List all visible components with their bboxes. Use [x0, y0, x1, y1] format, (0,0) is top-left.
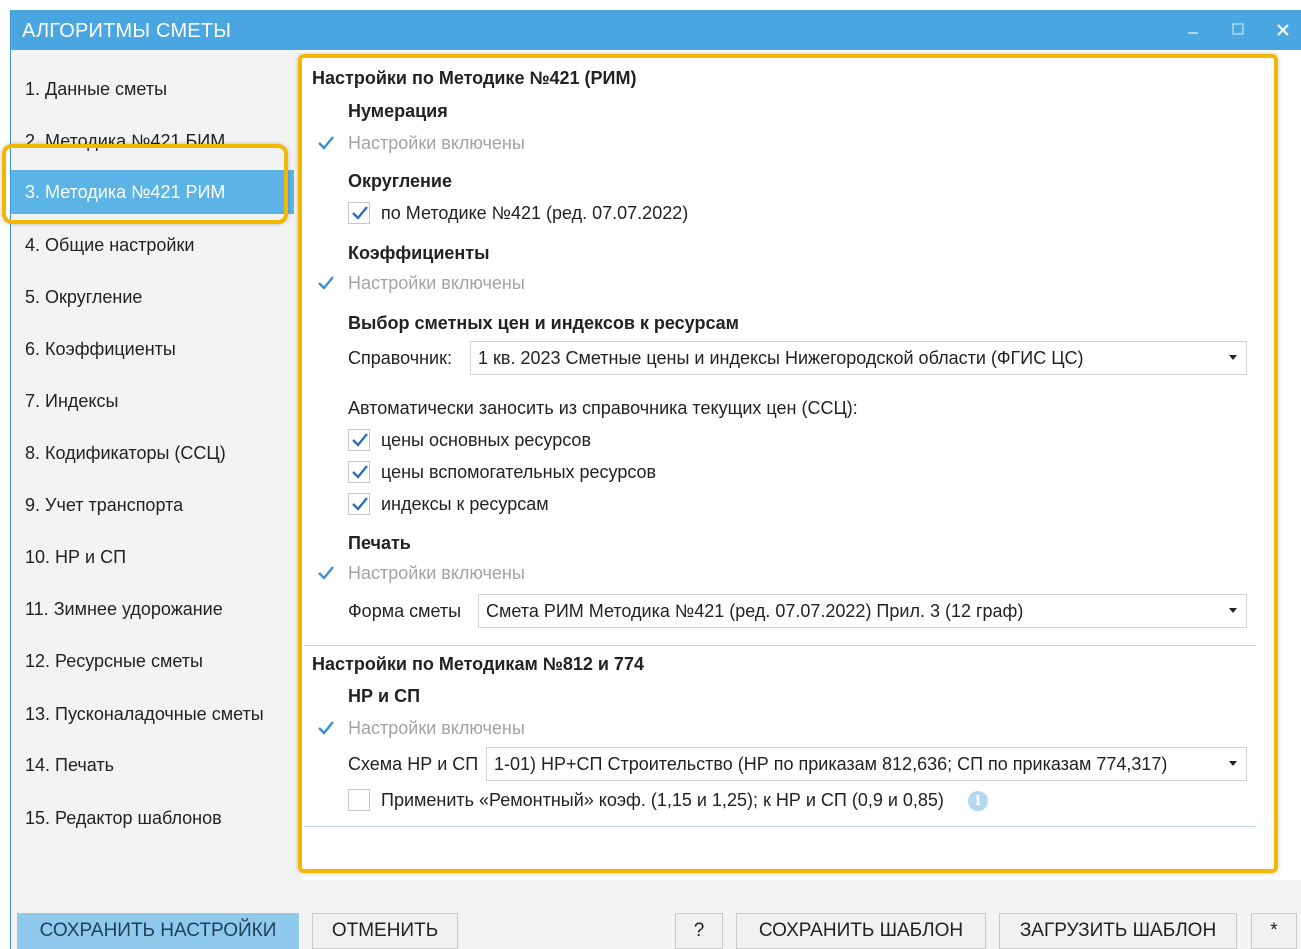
sidebar-item-codifiers[interactable]: 8. Кодификаторы (ССЦ)	[11, 431, 294, 475]
maximize-button[interactable]	[1218, 14, 1258, 46]
sidebar-item-commissioning[interactable]: 13. Пусконаладочные сметы	[11, 692, 294, 736]
help-button[interactable]: ?	[675, 913, 723, 949]
window-title: АЛГОРИТМЫ СМЕТЫ	[22, 20, 232, 42]
load-template-button[interactable]: ЗАГРУЗИТЬ ШАБЛОН	[999, 913, 1237, 949]
sidebar-item-print[interactable]: 14. Печать	[11, 743, 294, 787]
extra-button[interactable]: *	[1251, 913, 1297, 949]
close-button[interactable]	[1263, 14, 1301, 46]
minimize-icon	[1188, 32, 1198, 34]
save-template-button[interactable]: СОХРАНИТЬ ШАБЛОН	[736, 913, 986, 949]
sidebar-item-templates[interactable]: 15. Редактор шаблонов	[11, 796, 294, 840]
sidebar-item-nr-sp[interactable]: 10. НР и СП	[11, 535, 294, 579]
sidebar-item-indexes[interactable]: 7. Индексы	[11, 379, 294, 423]
sidebar-item-resource[interactable]: 12. Ресурсные сметы	[11, 639, 294, 683]
sidebar-item-coefficients[interactable]: 6. Коэффициенты	[11, 327, 294, 371]
sidebar-item-rounding[interactable]: 5. Округление	[11, 275, 294, 319]
sidebar-item-data[interactable]: 1. Данные сметы	[11, 67, 294, 111]
close-icon	[1277, 24, 1289, 36]
highlight-frame-sidebar	[2, 144, 288, 224]
save-settings-button[interactable]: СОХРАНИТЬ НАСТРОЙКИ	[17, 913, 299, 949]
minimize-button[interactable]	[1173, 14, 1213, 46]
sidebar-item-transport[interactable]: 9. Учет транспорта	[11, 483, 294, 527]
sidebar-item-general[interactable]: 4. Общие настройки	[11, 223, 294, 267]
title-bar: АЛГОРИТМЫ СМЕТЫ	[11, 10, 1301, 50]
cancel-button[interactable]: ОТМЕНИТЬ	[312, 913, 458, 949]
highlight-frame-panel	[298, 54, 1278, 873]
maximize-icon	[1232, 23, 1244, 35]
sidebar-item-winter[interactable]: 11. Зимнее удорожание	[11, 587, 294, 631]
